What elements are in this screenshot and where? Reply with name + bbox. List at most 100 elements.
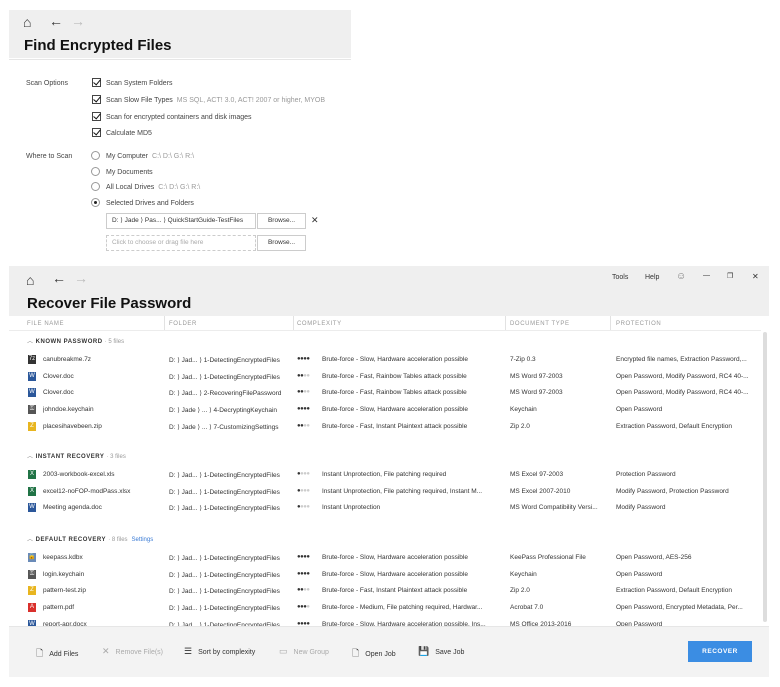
cell-file: johndoe.keychain — [43, 406, 94, 414]
option-label[interactable]: Scan System Folders — [106, 80, 173, 87]
group-header[interactable]: ︿ KNOWN PASSWORD · 5 files — [27, 336, 124, 345]
cell-type: Zip 2.0 — [510, 422, 530, 430]
browse-button-2[interactable]: Browse... — [257, 235, 306, 251]
checkbox[interactable] — [92, 111, 101, 121]
checkbox[interactable] — [92, 77, 101, 87]
file-type-icon: 🔒 — [28, 553, 36, 562]
cell-folder: D: ⟩ Jad... ⟩ 1-DetectingEncryptedFiles — [169, 605, 280, 613]
column-divider[interactable] — [610, 316, 611, 330]
file-type-icon: W — [28, 388, 36, 398]
minimize-icon[interactable]: — — [703, 272, 710, 279]
table-row[interactable]: Zplacesihavebeen.zip D: ⟩ Jade ⟩ ... ⟩ 7-… — [9, 419, 761, 435]
location-text: All Local Drives — [106, 184, 155, 191]
table-row[interactable]: X 2003-workbook-excel.xls D: ⟩ Jad... ⟩ 1-… — [9, 467, 761, 483]
open-job-button[interactable]: 🗋 Open Job — [352, 646, 396, 662]
home-icon[interactable]: ⌂ — [23, 15, 31, 29]
group-header[interactable]: ︿ DEFAULT RECOVERY · 8 files Settings — [27, 534, 153, 543]
cell-complexity: Brute-force - Medium, File patching requ… — [322, 604, 483, 612]
help-menu[interactable]: Help — [645, 274, 659, 281]
file-type-icon: 7z — [28, 355, 36, 364]
selected-folder-path[interactable]: D: ⟩ Jade ⟩ Pas... ⟩ QuickStartGuide-Tes… — [106, 213, 256, 229]
chevron-up-icon[interactable]: ︿ — [27, 339, 36, 345]
checkbox[interactable] — [92, 127, 101, 137]
column-divider[interactable] — [293, 316, 294, 330]
cell-type: 7-Zip 0.3 — [510, 356, 536, 363]
forward-arrow-icon[interactable]: → — [74, 271, 88, 285]
option-label[interactable]: Scan for encrypted containers and disk i… — [106, 114, 252, 121]
recover-button[interactable]: RECOVER — [688, 641, 752, 662]
table-row[interactable]: ⚿ login.keychain D: ⟩ Jad... ⟩ 1-Detecting… — [9, 567, 761, 583]
group-name: DEFAULT RECOVERY — [35, 537, 107, 543]
cell-complexity: Instant Unprotection, File patching requ… — [322, 471, 447, 478]
sort-by-complexity-button[interactable]: ☰ Sort by complexity — [184, 646, 255, 657]
location-label[interactable]: All Local Drives C:\ D:\ G:\ R:\ — [106, 184, 200, 191]
cell-protection: Open Password, Encrypted Metadata, Per..… — [616, 604, 743, 612]
column-document-type[interactable]: DOCUMENT TYPE — [510, 321, 570, 327]
new-group-button[interactable]: ▭ New Group — [279, 646, 329, 657]
table-row[interactable]: 7z canubreakme.7z D: ⟩ Jad... ⟩ 1-Detectin… — [9, 352, 761, 368]
location-label[interactable]: Selected Drives and Folders — [106, 200, 194, 207]
column-divider[interactable] — [164, 316, 165, 330]
home-icon[interactable]: ⌂ — [26, 273, 34, 287]
table-row[interactable]: W Clover.doc D: ⟩ Jad... ⟩ 1-DetectingEncr… — [9, 369, 761, 385]
open-job-label: Open Job — [365, 651, 396, 658]
forward-arrow-icon[interactable]: → — [71, 14, 85, 28]
back-arrow-icon[interactable]: ← — [52, 271, 66, 285]
smiley-icon[interactable]: ☺ — [676, 271, 686, 282]
column-folder[interactable]: FOLDER — [169, 321, 197, 327]
table-row[interactable]: Xexcel12-noFOP-modPass.xlsx D: ⟩ Jad... ⟩… — [9, 484, 761, 500]
back-arrow-icon[interactable]: ← — [49, 14, 63, 28]
table-row[interactable]: W Clover.doc D: ⟩ Jad... ⟩ 2-RecoveringFil… — [9, 385, 761, 401]
close-icon[interactable]: ✕ — [752, 272, 759, 281]
complexity-meter: ●●●● — [297, 554, 310, 560]
option-text: Scan for encrypted containers and disk i… — [106, 114, 252, 121]
column-protection[interactable]: PROTECTION — [616, 321, 661, 327]
meter-filled: ●●●● — [297, 570, 310, 577]
location-label[interactable]: My Documents — [106, 169, 153, 176]
option-label[interactable]: Calculate MD5 — [106, 130, 152, 137]
column-divider[interactable] — [505, 316, 506, 330]
save-job-button[interactable]: 💾 Save Job — [418, 646, 464, 657]
table-row[interactable]: W Meeting agenda.doc D: ⟩ Jad... ⟩ 1-Detec… — [9, 500, 761, 516]
chevron-up-icon[interactable]: ︿ — [27, 537, 36, 543]
group-header[interactable]: ︿ INSTANT RECOVERY · 3 files — [27, 451, 126, 460]
column-complexity[interactable]: COMPLEXITY — [297, 321, 342, 327]
cell-file: placesihavebeen.zip — [43, 422, 102, 430]
cell-folder: D: ⟩ Jad... ⟩ 1-DetectingEncryptedFiles — [169, 555, 280, 562]
location-label[interactable]: My Computer C:\ D:\ G:\ R:\ — [106, 153, 194, 160]
radio-button[interactable] — [91, 151, 100, 160]
group-count: · 5 files — [104, 339, 125, 345]
add-files-button[interactable]: 🗋 Add Files — [36, 646, 78, 662]
location-hint: C:\ D:\ G:\ R:\ — [158, 184, 201, 191]
file-type-icon: A — [28, 603, 36, 613]
cell-file: Clover.doc — [43, 389, 74, 397]
table-row[interactable]: 🔒 keepass.kdbx D: ⟩ Jad... ⟩ 1-DetectingEn… — [9, 550, 761, 566]
table-row[interactable]: Apattern.pdf D: ⟩ Jad... ⟩ 1-DetectingEnc… — [9, 600, 761, 616]
restore-icon[interactable]: ❐ — [727, 272, 733, 280]
radio-button[interactable] — [91, 167, 100, 176]
option-label[interactable]: Scan Slow File Types MS SQL, ACT! 3.0, AC… — [106, 97, 325, 104]
table-row[interactable]: ⚿ johndoe.keychain D: ⟩ Jade ⟩ ... ⟩ 4-Dec… — [9, 402, 761, 418]
cell-protection: Protection Password — [616, 471, 676, 478]
remove-icon: ✕ — [102, 646, 110, 656]
radio-button[interactable] — [91, 182, 100, 191]
chevron-up-icon[interactable]: ︿ — [27, 454, 36, 460]
radio-button[interactable] — [91, 198, 100, 207]
tools-menu[interactable]: Tools — [612, 274, 628, 281]
cell-file: pattern-test.zip — [43, 587, 86, 595]
add-path-dropzone[interactable]: Click to choose or drag file here — [106, 235, 256, 251]
cell-protection: Open Password, Modify Password, RC4 40-.… — [616, 372, 749, 380]
remove-files-button[interactable]: ✕ Remove File(s) — [102, 646, 163, 657]
save-job-label: Save Job — [435, 649, 465, 656]
remove-path-icon[interactable]: ✕ — [311, 215, 319, 226]
browse-button[interactable]: Browse... — [257, 213, 306, 229]
file-type-icon: W — [28, 503, 36, 513]
table-row[interactable]: Zpattern-test.zip D: ⟩ Jad... ⟩ 1-Detecti… — [9, 583, 761, 599]
checkbox[interactable] — [92, 94, 101, 104]
cell-type: MS Excel 97-2003 — [510, 471, 564, 478]
where-to-scan-label: Where to Scan — [26, 153, 73, 160]
group-settings-link[interactable]: Settings — [132, 537, 154, 543]
column-file-name[interactable]: FILE NAME — [27, 321, 64, 327]
scrollbar[interactable] — [763, 332, 767, 622]
meter-empty: ●●● — [300, 487, 310, 494]
